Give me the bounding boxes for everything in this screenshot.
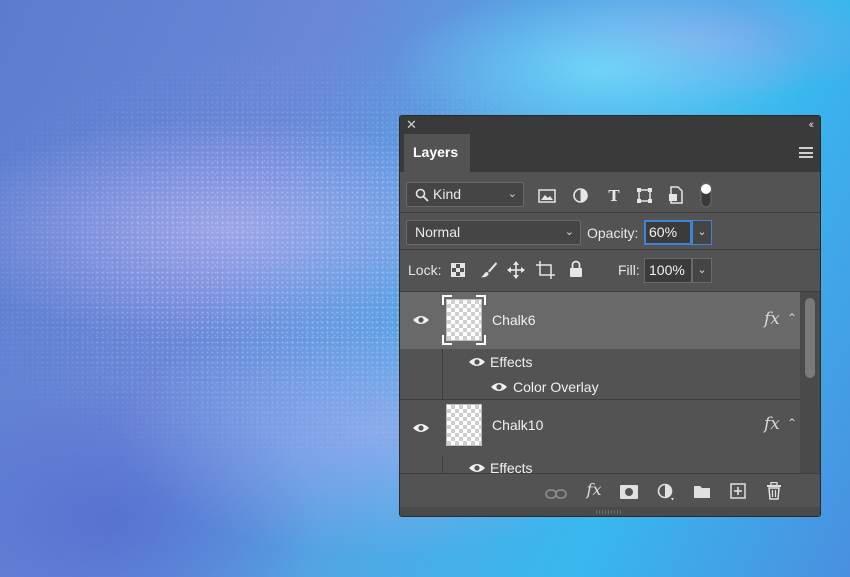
collapse-effects-icon[interactable]: ⌃ bbox=[787, 416, 797, 430]
visibility-eye-icon[interactable] bbox=[412, 422, 430, 434]
layer-thumbnail[interactable] bbox=[446, 299, 482, 341]
delete-layer-icon[interactable] bbox=[766, 482, 782, 500]
chevron-down-icon: ⌄ bbox=[507, 188, 517, 200]
layers-panel: ✕ ‹‹ Layers Kind ⌄ T Normal ⌄ Opacity: 6… bbox=[399, 115, 821, 517]
new-layer-icon[interactable] bbox=[730, 483, 746, 499]
opacity-dropdown-button[interactable]: ⌄ bbox=[692, 220, 712, 245]
layer-thumbnail[interactable] bbox=[446, 404, 482, 446]
scrollbar-thumb[interactable] bbox=[805, 298, 815, 378]
link-layers-icon[interactable] bbox=[545, 484, 567, 504]
visibility-eye-icon[interactable] bbox=[468, 356, 486, 368]
panel-resize-grip[interactable] bbox=[400, 507, 820, 516]
lock-label: Lock: bbox=[408, 262, 442, 278]
tab-layers[interactable]: Layers bbox=[404, 134, 470, 172]
adjustment-layer-filter-icon[interactable] bbox=[572, 187, 589, 204]
close-icon[interactable]: ✕ bbox=[406, 116, 417, 134]
add-mask-icon[interactable] bbox=[620, 485, 638, 499]
effects-row[interactable]: Effects bbox=[442, 455, 800, 473]
new-adjustment-layer-icon[interactable] bbox=[657, 483, 675, 501]
visibility-eye-icon[interactable] bbox=[490, 381, 508, 393]
effect-item-row[interactable]: Color Overlay bbox=[442, 374, 800, 400]
effects-label: Effects bbox=[490, 460, 533, 473]
hamburger-menu-icon[interactable] bbox=[799, 147, 813, 158]
panel-tab-row: Layers bbox=[400, 134, 820, 172]
lock-artboards-icon[interactable] bbox=[536, 261, 555, 279]
layer-effects-icon[interactable]: fx bbox=[764, 309, 780, 329]
lock-transparent-pixels-icon[interactable] bbox=[451, 263, 465, 277]
shape-layer-filter-icon[interactable] bbox=[636, 187, 653, 204]
lock-row: Lock: Fill: 100% ⌄ bbox=[400, 250, 820, 290]
layer-row[interactable]: Chalk6 fx ⌃ bbox=[400, 292, 800, 349]
fill-dropdown-button[interactable]: ⌄ bbox=[692, 258, 712, 283]
layer-name[interactable]: Chalk10 bbox=[492, 417, 543, 433]
blend-row: Normal ⌄ Opacity: 60% ⌄ bbox=[400, 213, 820, 249]
new-group-icon[interactable] bbox=[693, 484, 711, 499]
layers-list: Chalk6 fx ⌃ Effects Color Overlay Chalk1… bbox=[400, 292, 820, 473]
fill-label: Fill: bbox=[618, 262, 640, 278]
filter-kind-select[interactable]: Kind ⌄ bbox=[406, 182, 524, 207]
layer-row[interactable]: Chalk10 fx ⌃ bbox=[400, 400, 800, 457]
collapse-effects-icon[interactable]: ⌃ bbox=[787, 311, 797, 325]
type-layer-filter-icon[interactable]: T bbox=[603, 185, 625, 207]
search-icon bbox=[415, 188, 429, 202]
effects-row[interactable]: Effects bbox=[442, 349, 800, 375]
visibility-eye-icon[interactable] bbox=[412, 314, 430, 326]
layer-name[interactable]: Chalk6 bbox=[492, 312, 536, 328]
lock-image-pixels-icon[interactable] bbox=[480, 261, 498, 279]
filter-kind-label: Kind bbox=[433, 186, 462, 202]
opacity-input[interactable]: 60% bbox=[644, 220, 692, 245]
chevron-down-icon: ⌄ bbox=[564, 226, 574, 238]
visibility-eye-icon[interactable] bbox=[468, 462, 486, 473]
smart-object-filter-icon[interactable] bbox=[668, 186, 684, 204]
add-layer-style-icon[interactable]: fx bbox=[583, 480, 605, 500]
pixel-layer-filter-icon[interactable] bbox=[538, 188, 556, 204]
collapse-icon[interactable]: ‹‹ bbox=[809, 116, 815, 134]
layer-effects-icon[interactable]: fx bbox=[764, 414, 780, 434]
effect-name: Color Overlay bbox=[513, 379, 599, 395]
layers-scrollbar[interactable] bbox=[800, 292, 820, 473]
blend-mode-value: Normal bbox=[415, 224, 461, 240]
filter-row: Kind ⌄ T bbox=[400, 178, 820, 212]
layers-bottom-toolbar: fx bbox=[400, 473, 820, 507]
blend-mode-select[interactable]: Normal ⌄ bbox=[406, 220, 581, 245]
lock-all-icon[interactable] bbox=[569, 260, 583, 278]
filter-toggle-icon[interactable] bbox=[700, 182, 712, 208]
fill-input[interactable]: 100% bbox=[644, 258, 692, 283]
effects-label: Effects bbox=[490, 354, 533, 370]
opacity-label: Opacity: bbox=[587, 225, 639, 241]
panel-titlebar[interactable]: ✕ ‹‹ bbox=[400, 116, 820, 134]
lock-position-icon[interactable] bbox=[507, 261, 525, 279]
